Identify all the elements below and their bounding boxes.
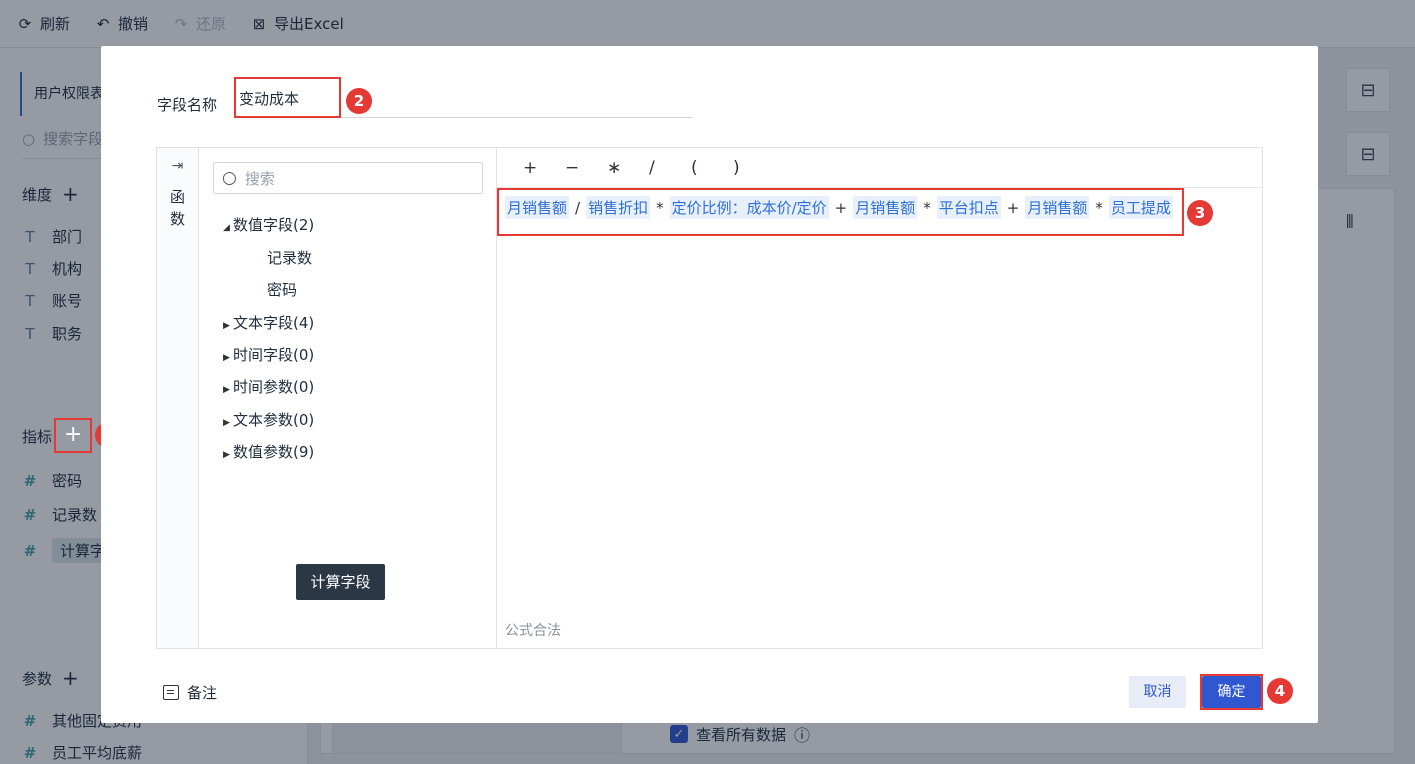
operator-right-paren[interactable]: ) xyxy=(733,158,775,178)
formula-status: 公式合法 xyxy=(505,623,561,639)
operator-minus[interactable]: − xyxy=(565,158,607,178)
tree-search-placeholder: 搜索 xyxy=(244,169,275,188)
tree-leaf[interactable]: 记录数 xyxy=(267,247,312,268)
cancel-button[interactable]: 取消 xyxy=(1129,676,1186,708)
tree-node-label: 文本参数(0) xyxy=(233,411,315,429)
tree-leaf[interactable]: 密码 xyxy=(267,279,297,300)
tree-node-time-fields[interactable]: ▶ 时间字段(0) xyxy=(223,344,314,365)
tree-node-number-fields[interactable]: ◢ 数值字段(2) xyxy=(223,214,314,235)
confirm-highlight xyxy=(1200,674,1263,710)
calc-field-tooltip: 计算字段 xyxy=(296,564,385,600)
caret-right-icon: ▶ xyxy=(223,353,230,363)
formula-highlight xyxy=(497,188,1184,236)
tree-node-number-params[interactable]: ▶ 数值参数(9) xyxy=(223,441,314,462)
tree-node-label: 时间字段(0) xyxy=(233,346,315,364)
step-badge-3: 3 xyxy=(1187,200,1213,226)
functions-tab-char: 数 xyxy=(169,210,185,228)
remark-button[interactable]: 备注 xyxy=(163,682,217,703)
add-metric-icon[interactable]: + xyxy=(64,422,82,447)
functions-tab-char: 函 xyxy=(169,188,185,206)
field-name-label: 字段名称 xyxy=(157,96,218,114)
caret-right-icon: ▶ xyxy=(223,385,230,395)
remark-label: 备注 xyxy=(187,684,218,702)
caret-right-icon: ▶ xyxy=(223,418,230,428)
formula-area[interactable]: + − ∗ / ( ) 月销售额 / 销售折扣 * 定价比例：成本价/定价 + … xyxy=(497,148,1262,648)
search-icon: ○ xyxy=(222,168,237,188)
operator-left-paren[interactable]: ( xyxy=(691,158,733,178)
tree-node-text-fields[interactable]: ▶ 文本字段(4) xyxy=(223,312,314,333)
tree-search-input[interactable]: ○ 搜索 xyxy=(213,162,483,194)
calculated-field-dialog: 字段名称 变动成本 2 ⇥ 函 数 ○ 搜索 ◢ 数值字段(2) 记录数 密码 ▶… xyxy=(101,46,1318,723)
tree-node-label: 数值字段(2) xyxy=(233,216,315,234)
tree-node-text-params[interactable]: ▶ 文本参数(0) xyxy=(223,409,314,430)
operator-divide[interactable]: / xyxy=(649,158,691,178)
operator-plus[interactable]: + xyxy=(523,158,565,178)
step-badge-4: 4 xyxy=(1267,678,1293,704)
caret-down-icon: ◢ xyxy=(223,223,230,233)
caret-right-icon: ▶ xyxy=(223,450,230,460)
functions-tab[interactable]: ⇥ 函 数 xyxy=(157,148,199,648)
field-name-highlight xyxy=(234,77,341,118)
operator-bar: + − ∗ / ( ) xyxy=(497,148,1262,188)
step-badge-2: 2 xyxy=(346,88,372,114)
expand-arrow-icon[interactable]: ⇥ xyxy=(157,158,198,174)
comment-icon xyxy=(163,685,179,700)
tree-node-time-params[interactable]: ▶ 时间参数(0) xyxy=(223,376,314,397)
formula-editor: ⇥ 函 数 ○ 搜索 ◢ 数值字段(2) 记录数 密码 ▶ 文本字段(4) ▶ 时间字… xyxy=(156,147,1263,649)
caret-right-icon: ▶ xyxy=(223,321,230,331)
tree-node-label: 时间参数(0) xyxy=(233,378,315,396)
tree-node-label: 文本字段(4) xyxy=(233,314,315,332)
tree-node-label: 数值参数(9) xyxy=(233,443,315,461)
field-tree: ○ 搜索 ◢ 数值字段(2) 记录数 密码 ▶ 文本字段(4) ▶ 时间字段(0) ▶… xyxy=(199,148,497,648)
operator-multiply[interactable]: ∗ xyxy=(607,158,649,178)
